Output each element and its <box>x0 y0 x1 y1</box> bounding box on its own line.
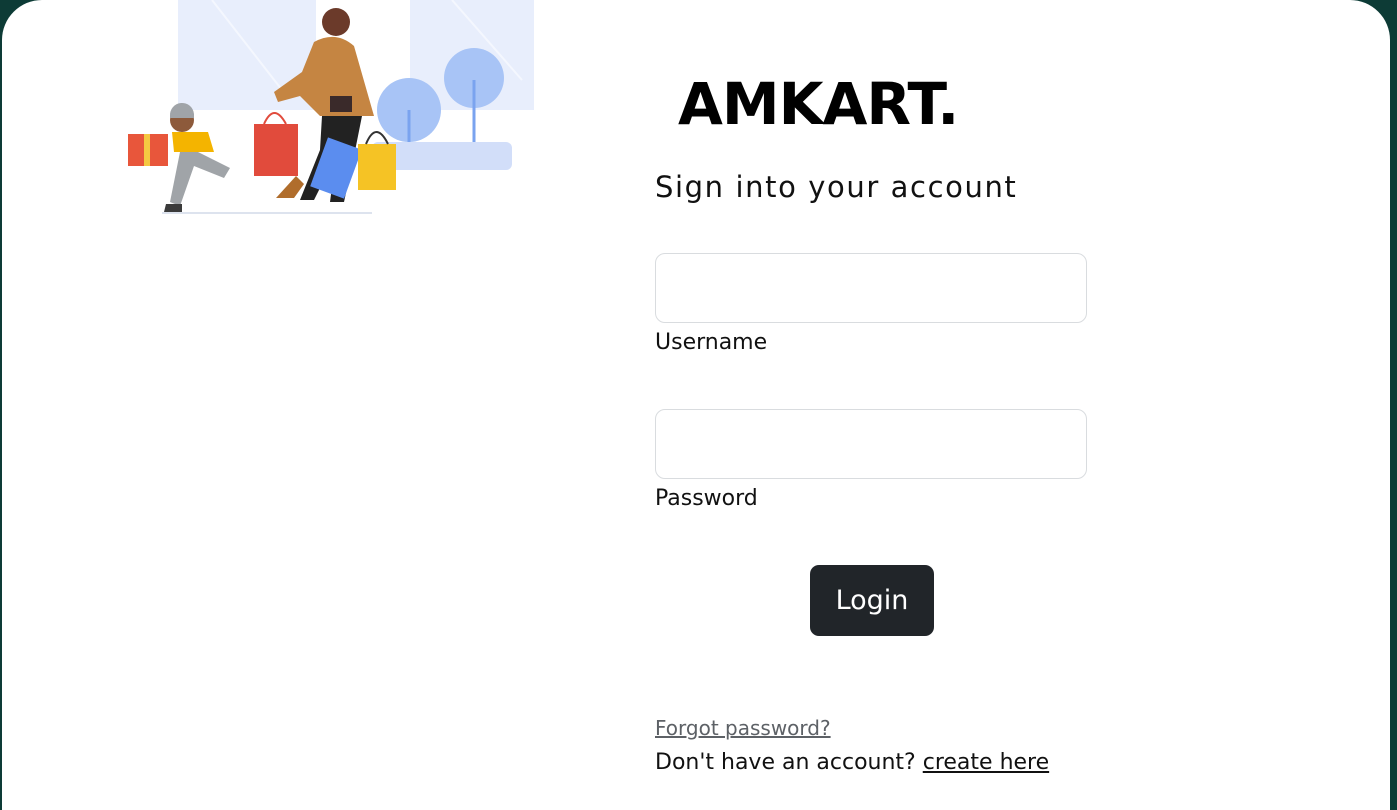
signup-prompt: Don't have an account? create here <box>655 750 1049 775</box>
username-label: Username <box>655 330 768 355</box>
shopping-people-illustration <box>128 0 534 214</box>
password-label: Password <box>655 486 758 511</box>
create-account-link[interactable]: create here <box>923 750 1049 775</box>
login-card: AMKART. Sign into your account Username … <box>2 0 1390 810</box>
no-account-text: Don't have an account? <box>655 750 916 775</box>
password-input[interactable] <box>655 409 1087 479</box>
forgot-password-link[interactable]: Forgot password? <box>655 716 831 740</box>
username-input[interactable] <box>655 253 1087 323</box>
page-subtitle: Sign into your account <box>655 170 1018 204</box>
brand-logo: AMKART. <box>678 70 959 138</box>
login-button[interactable]: Login <box>810 565 934 636</box>
